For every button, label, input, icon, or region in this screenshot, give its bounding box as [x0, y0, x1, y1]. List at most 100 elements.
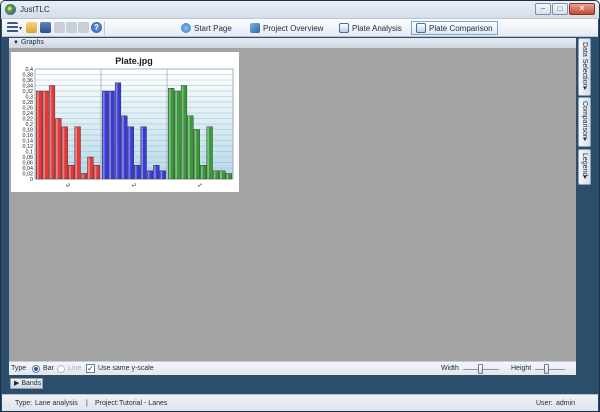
bar-highlight — [68, 165, 71, 179]
y-tick-label: 0,34 — [23, 84, 34, 90]
y-tick-label: 0,26 — [23, 106, 34, 112]
data-selection-tab[interactable]: Data Selection ▼ — [578, 38, 591, 96]
bands-section-button[interactable]: ▶ Bands — [10, 378, 43, 389]
bar-highlight — [128, 127, 131, 179]
paste-icon[interactable] — [78, 22, 89, 33]
line-radio[interactable] — [57, 365, 65, 373]
bar-radio[interactable] — [32, 365, 40, 373]
bar-highlight — [226, 174, 229, 179]
status-user-label: User: — [536, 400, 553, 407]
height-slider-track[interactable] — [535, 369, 565, 370]
comparison-tab-label: Comparison — [581, 101, 588, 139]
chevron-down-icon: ▼ — [582, 137, 588, 143]
bar-highlight — [188, 116, 190, 179]
bar-highlight — [147, 171, 150, 179]
data-selection-tab-label: Data Selection — [581, 42, 588, 88]
start-page-button[interactable]: Start Page — [176, 21, 237, 35]
y-tick-label: 0,38 — [23, 73, 34, 79]
bar-highlight — [122, 116, 124, 179]
plate-comparison-icon — [416, 23, 426, 33]
title-bar[interactable]: JustTLC – □ ✕ — [1, 1, 599, 19]
plate-comparison-label: Plate Comparison — [429, 23, 493, 33]
app-logo-icon — [5, 4, 16, 15]
y-tick-label: 0,22 — [23, 117, 34, 123]
maximize-button[interactable]: □ — [552, 3, 568, 15]
bar-highlight — [81, 174, 84, 179]
y-tick-label: 0,32 — [23, 89, 34, 95]
y-tick-label: 0,16 — [23, 133, 34, 139]
x-tick-label: 1 — [196, 183, 203, 189]
bar-highlight — [168, 88, 171, 179]
chevron-down-icon[interactable]: ▾ — [19, 25, 22, 32]
status-type-label: Type: — [15, 400, 33, 407]
bar-chart: Plate.jpg00,020,040,060,080,10,120,140,1… — [23, 56, 234, 189]
status-type-value: Lane analysis — [35, 400, 78, 407]
bar-highlight — [141, 127, 144, 179]
y-tick-label: 0,28 — [23, 100, 34, 106]
cut-icon[interactable] — [54, 22, 65, 33]
menu-icon[interactable] — [7, 22, 18, 33]
width-slider-thumb[interactable] — [478, 364, 483, 374]
chart-title: Plate.jpg — [115, 56, 153, 66]
graphs-section-header[interactable]: ▼ Graphs — [9, 38, 576, 48]
bar-highlight — [88, 157, 90, 179]
height-label: Height — [511, 365, 532, 372]
y-tick-label: 0,04 — [23, 166, 34, 172]
height-slider-thumb[interactable] — [544, 364, 549, 374]
project-overview-label: Project Overview — [263, 23, 324, 33]
comparison-tab[interactable]: Comparison ▼ — [578, 97, 591, 147]
y-tick-label: 0,14 — [23, 139, 34, 145]
y-tick-label: 0,08 — [23, 155, 34, 161]
y-tick-label: 0,18 — [23, 128, 34, 134]
bar-highlight — [200, 165, 203, 179]
bar-highlight — [36, 91, 39, 179]
bar-highlight — [213, 171, 216, 179]
plate-analysis-button[interactable]: Plate Analysis — [334, 21, 407, 35]
y-tick-label: 0,4 — [26, 67, 34, 73]
save-icon[interactable] — [40, 22, 51, 33]
y-tick-label: 0,36 — [23, 78, 34, 84]
bar-highlight — [43, 91, 46, 179]
bar-highlight — [175, 91, 178, 179]
main-toolbar: ▾ ? Start Page Project Overview Plate An… — [2, 19, 598, 37]
bar-label: Bar — [43, 365, 54, 372]
legend-tab[interactable]: Legend ▼ — [578, 149, 591, 185]
bar-highlight — [134, 165, 137, 179]
y-tick-label: 0,06 — [23, 161, 34, 167]
y-tick-label: 0,3 — [26, 95, 34, 101]
plate-analysis-icon — [339, 23, 349, 33]
width-label: Width — [441, 365, 459, 372]
y-tick-label: 0 — [30, 177, 33, 183]
bar-highlight — [62, 127, 65, 179]
graph-controls-bar: Type Bar Line ✓ Use same y-scale Width H… — [9, 361, 576, 375]
bar-highlight — [75, 127, 78, 179]
graphs-area: ▼ Graphs Plate.jpg 0 0,02 0,04 0,06 0,08 0,1 0,1… — [9, 38, 576, 375]
graphs-section-label: Graphs — [20, 39, 44, 46]
bar-highlight — [160, 171, 163, 179]
bar-highlight — [49, 86, 52, 179]
help-icon[interactable]: ? — [91, 22, 102, 33]
minimize-button[interactable]: – — [535, 3, 551, 15]
y-tick-label: 0,02 — [23, 172, 34, 178]
bar-highlight — [115, 83, 118, 179]
chevron-right-icon: ▶ — [14, 380, 20, 387]
project-overview-button[interactable]: Project Overview — [245, 21, 328, 35]
chevron-down-icon: ▼ — [582, 175, 588, 181]
same-y-scale-checkbox[interactable]: ✓ — [86, 364, 95, 373]
chart-panel[interactable]: Plate.jpg 0 0,02 0,04 0,06 0,08 0,1 0,12 0,14 0,1… — [11, 52, 239, 192]
status-user-value: admin — [556, 400, 576, 407]
copy-icon[interactable] — [66, 22, 77, 33]
y-tick-label: 0,24 — [23, 111, 34, 117]
plate-comparison-button[interactable]: Plate Comparison — [411, 21, 498, 35]
legend-tab-label: Legend — [581, 153, 588, 177]
y-tick-label: 0,12 — [23, 144, 34, 150]
close-button[interactable]: ✕ — [569, 3, 595, 15]
x-tick-label: 3 — [64, 183, 71, 189]
x-tick-label: 2 — [130, 183, 137, 189]
status-project-label: Project: — [95, 400, 119, 407]
status-separator: | — [86, 400, 88, 407]
type-label: Type — [11, 365, 27, 372]
same-y-scale-label: Use same y-scale — [98, 365, 154, 372]
open-folder-icon[interactable] — [26, 22, 37, 33]
plate-analysis-label: Plate Analysis — [352, 23, 402, 33]
